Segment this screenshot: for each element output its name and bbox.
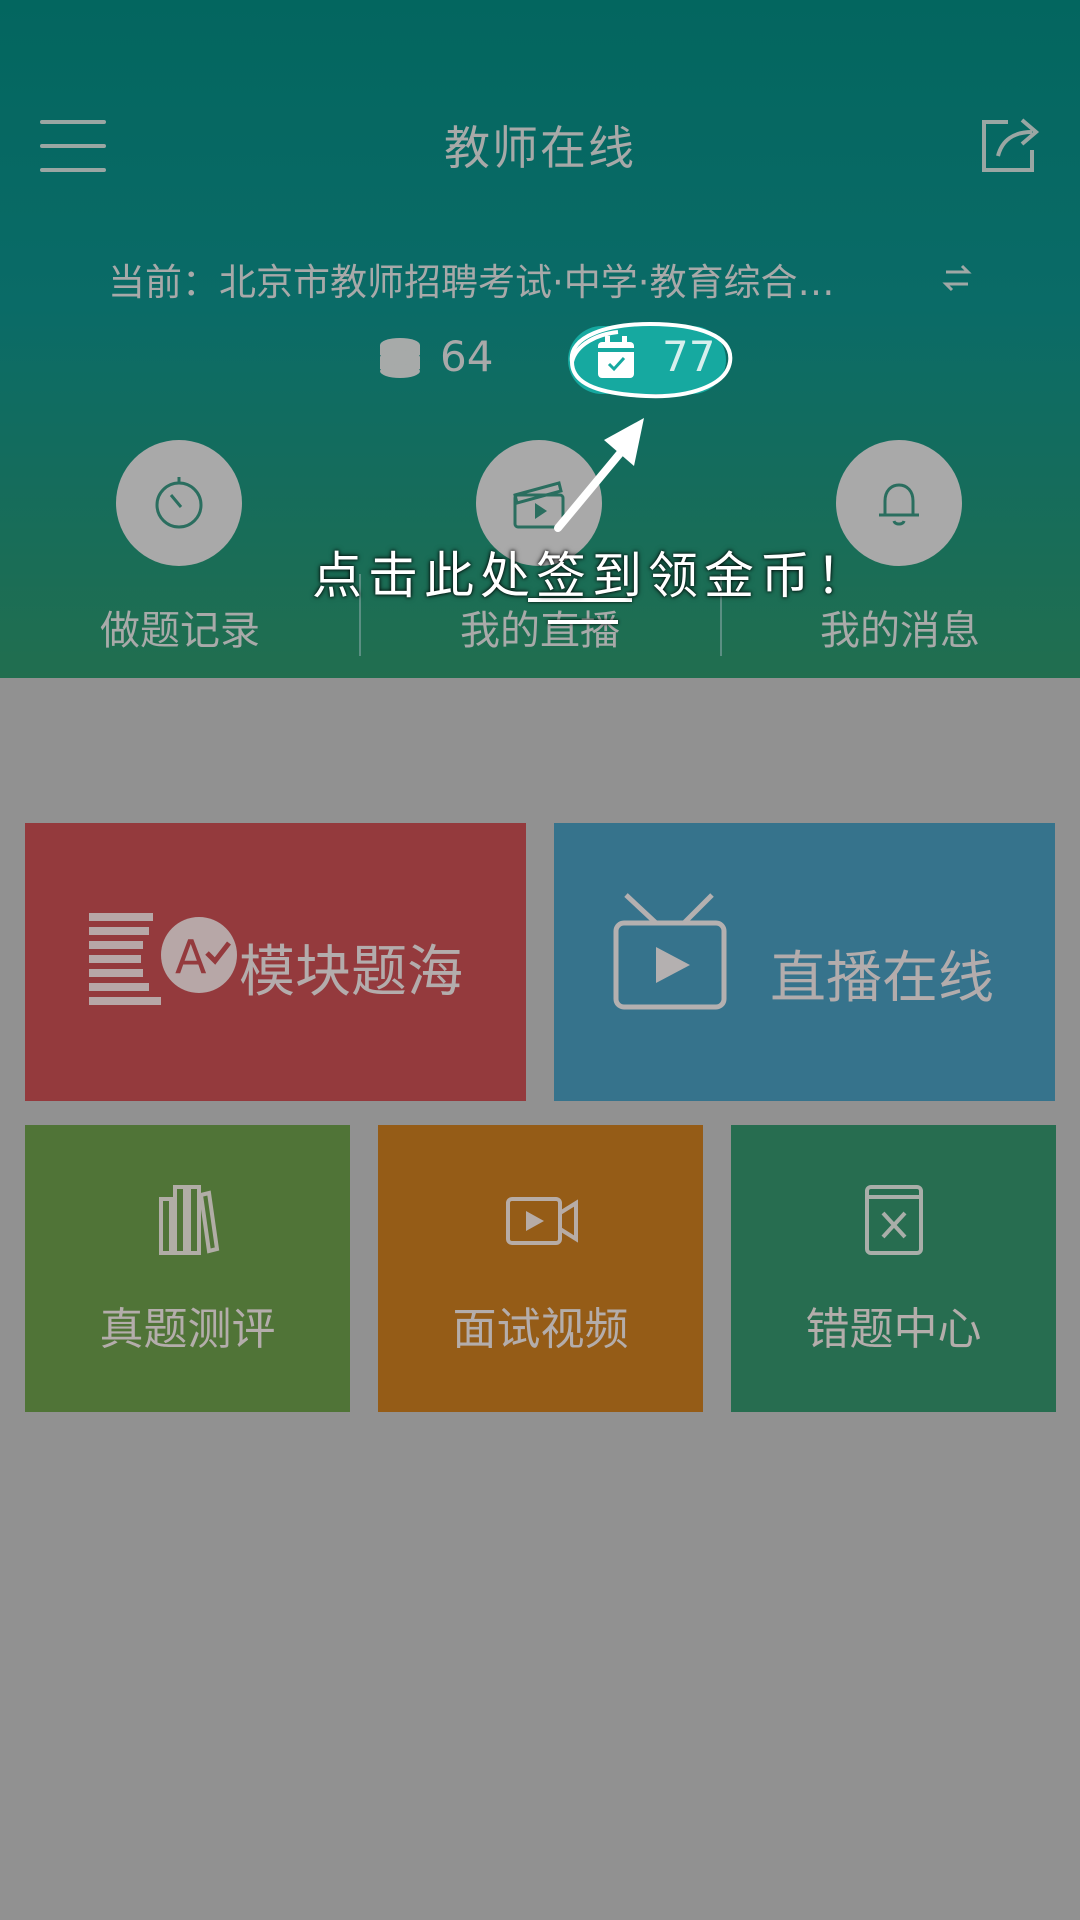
coin-count: 64 xyxy=(440,332,494,381)
live-online-tile[interactable]: 直播在线 xyxy=(554,823,1055,1101)
real-exam-tile[interactable]: 真题测评 xyxy=(25,1125,350,1412)
stats-row: 64 77 xyxy=(0,318,1080,404)
page-title: 教师在线 xyxy=(444,121,636,175)
books-icon xyxy=(159,1185,220,1255)
annotation-underline xyxy=(548,620,618,624)
wrong-questions-tile[interactable]: 错题中心 xyxy=(731,1125,1056,1412)
bell-icon xyxy=(879,483,919,526)
quick-label: 做题记录 xyxy=(100,608,260,654)
header: 教师在线 当前：北京市教师招聘考试·中学·教育综合… 64 77 做题记录 我的… xyxy=(0,0,1080,678)
current-prefix: 当前： xyxy=(108,261,219,304)
tile-label: 直播在线 xyxy=(770,946,994,1011)
arrow-pointer xyxy=(554,418,644,532)
quiz-list-icon: A xyxy=(89,913,237,1005)
coin-stack-icon xyxy=(380,338,420,378)
practice-record-button[interactable]: 做题记录 xyxy=(0,440,360,660)
interview-video-tile[interactable]: 面试视频 xyxy=(378,1125,703,1412)
tile-label: 面试视频 xyxy=(452,1304,629,1355)
switch-icon[interactable] xyxy=(940,258,974,298)
error-book-icon xyxy=(865,1185,923,1255)
current-exam-row[interactable]: 当前：北京市教师招聘考试·中学·教育综合… xyxy=(0,252,1080,306)
calendar-check-icon xyxy=(598,336,634,378)
svg-text:A: A xyxy=(175,930,207,984)
current-exam-name: 北京市教师招聘考试·中学·教育综合… xyxy=(219,261,835,304)
tile-label: 模块题海 xyxy=(239,940,463,1005)
sign-in-hint: 点击此处签到领金币！ xyxy=(312,547,872,605)
tv-play-icon xyxy=(613,893,727,1010)
share-icon[interactable] xyxy=(978,112,1042,176)
timer-icon xyxy=(155,477,203,529)
tile-label: 真题测评 xyxy=(99,1304,276,1355)
module-questions-tile[interactable]: A 模块题海 xyxy=(25,823,526,1101)
tile-label: 错题中心 xyxy=(805,1304,982,1355)
video-camera-icon xyxy=(506,1197,578,1245)
sign-in-days: 77 xyxy=(662,332,716,381)
